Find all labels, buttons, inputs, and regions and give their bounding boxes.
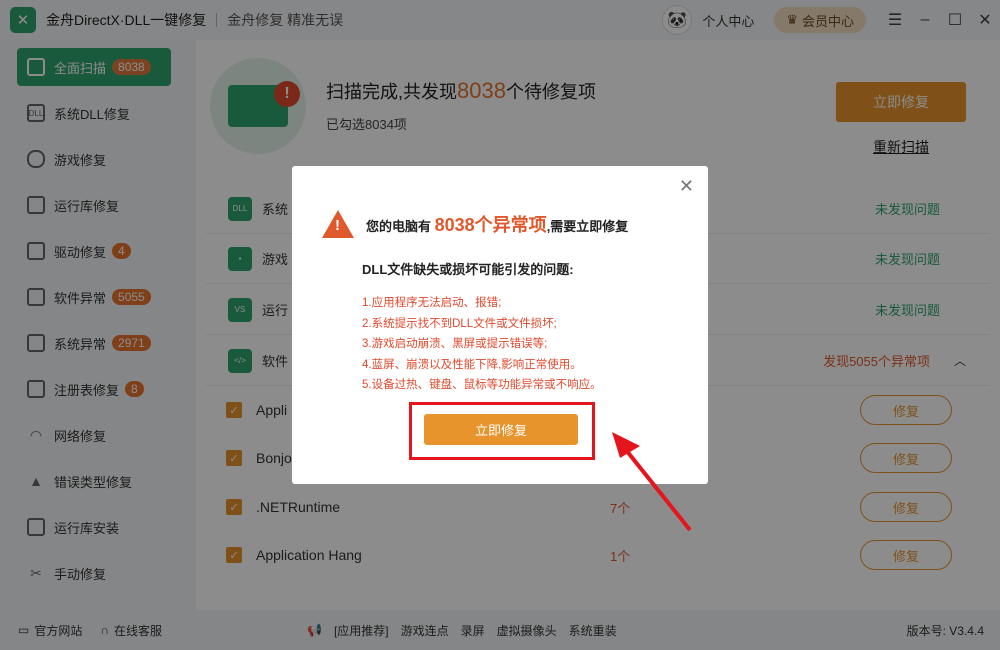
red-arrow-annotation [612, 432, 692, 532]
